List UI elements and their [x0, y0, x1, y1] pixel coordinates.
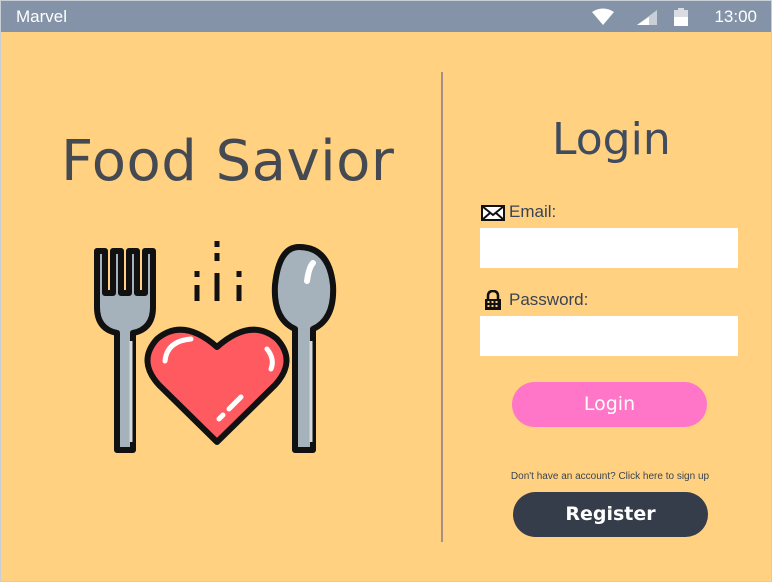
heart-shape: [144, 326, 290, 445]
fork-heart-spoon-icon: [94, 241, 337, 453]
signal-icon: [637, 10, 657, 25]
signup-link[interactable]: Don't have an account? Click here to sig…: [481, 471, 739, 482]
password-label: Password:: [509, 290, 589, 309]
steam-lines: [194, 241, 242, 301]
password-field[interactable]: [480, 316, 738, 356]
status-time: 13:00: [714, 7, 757, 26]
wifi-icon: [592, 8, 614, 25]
login-button[interactable]: Login: [512, 382, 707, 427]
login-heading: Login: [552, 114, 671, 165]
email-label: Email:: [509, 202, 557, 221]
battery-icon: [674, 8, 688, 26]
status-bar: Marvel 13:00: [1, 1, 771, 32]
register-button[interactable]: Register: [513, 492, 708, 537]
fork-shape: [94, 248, 156, 453]
email-field[interactable]: [480, 228, 738, 268]
lock-icon: [485, 290, 501, 310]
status-app-name: Marvel: [16, 7, 68, 26]
email-label-row: Email:: [481, 202, 556, 222]
password-label-row: Password:: [481, 290, 588, 310]
envelope-icon: [481, 205, 505, 221]
app-title: Food Savior: [61, 129, 395, 194]
app-frame: Marvel 13:00 Food Savior Login Email: Pa…: [0, 0, 772, 582]
vertical-divider: [441, 72, 443, 542]
